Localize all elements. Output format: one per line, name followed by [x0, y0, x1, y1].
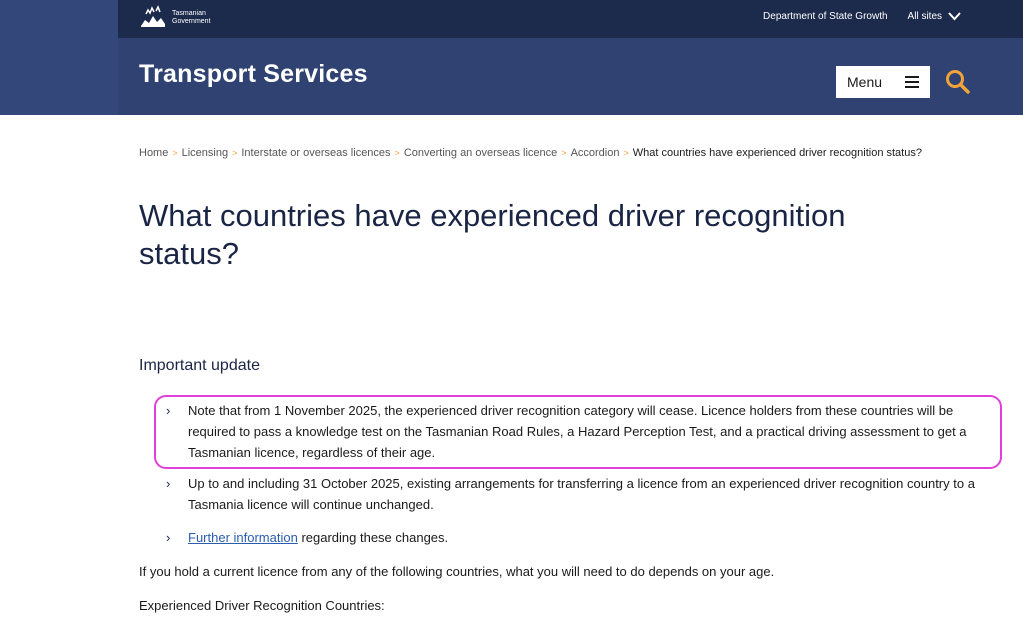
further-information-link[interactable]: Further information	[188, 530, 298, 545]
logo-text-line2: Government	[172, 18, 211, 25]
breadcrumb: Home > Licensing > Interstate or oversea…	[139, 147, 922, 159]
site-title[interactable]: Transport Services	[139, 60, 368, 89]
chevron-right-icon: ›	[166, 476, 171, 491]
update-list: › Note that from 1 November 2025, the ex…	[166, 400, 976, 548]
tasmanian-tiger-icon	[141, 5, 165, 27]
list-item: › Further information regarding these ch…	[166, 527, 976, 548]
all-sites-label: All sites	[907, 11, 942, 22]
breadcrumb-separator: >	[172, 148, 178, 158]
breadcrumb-converting[interactable]: Converting an overseas licence	[404, 147, 557, 159]
tasmanian-government-logo[interactable]: Tasmanian Government	[138, 4, 211, 32]
breadcrumb-current: What countries have experienced driver r…	[632, 147, 922, 159]
department-link[interactable]: Department of State Growth	[763, 11, 888, 22]
breadcrumb-separator: >	[394, 148, 400, 158]
chevron-right-icon: ›	[166, 403, 171, 418]
breadcrumb-licensing[interactable]: Licensing	[182, 147, 228, 159]
list-item-text: Up to and including 31 October 2025, exi…	[188, 476, 975, 512]
list-item-text: regarding these changes.	[297, 530, 449, 545]
menu-button[interactable]: Menu	[836, 66, 930, 98]
list-item: › Up to and including 31 October 2025, e…	[166, 473, 976, 515]
menu-label: Menu	[847, 74, 883, 90]
breadcrumb-accordion[interactable]: Accordion	[571, 147, 620, 159]
hamburger-icon	[905, 76, 920, 88]
chevron-right-icon: ›	[166, 530, 171, 545]
intro-paragraph: If you hold a current licence from any o…	[139, 564, 775, 579]
breadcrumb-separator: >	[561, 148, 567, 158]
breadcrumb-separator: >	[623, 148, 629, 158]
breadcrumb-interstate[interactable]: Interstate or overseas licences	[241, 147, 390, 159]
top-links: Department of State Growth All sites	[763, 11, 961, 22]
list-item-text: Note that from 1 November 2025, the expe…	[188, 403, 967, 460]
page-title: What countries have experienced driver r…	[139, 198, 846, 271]
breadcrumb-separator: >	[232, 148, 238, 158]
all-sites-dropdown[interactable]: All sites	[908, 11, 961, 22]
search-icon[interactable]	[945, 69, 971, 95]
breadcrumb-home[interactable]: Home	[139, 147, 168, 159]
section-heading: Important update	[139, 357, 260, 374]
logo-text-line1: Tasmanian	[172, 10, 206, 17]
countries-heading: Experienced Driver Recognition Countries…	[139, 598, 385, 613]
chevron-down-icon	[948, 12, 961, 21]
list-item: › Note that from 1 November 2025, the ex…	[166, 400, 976, 463]
